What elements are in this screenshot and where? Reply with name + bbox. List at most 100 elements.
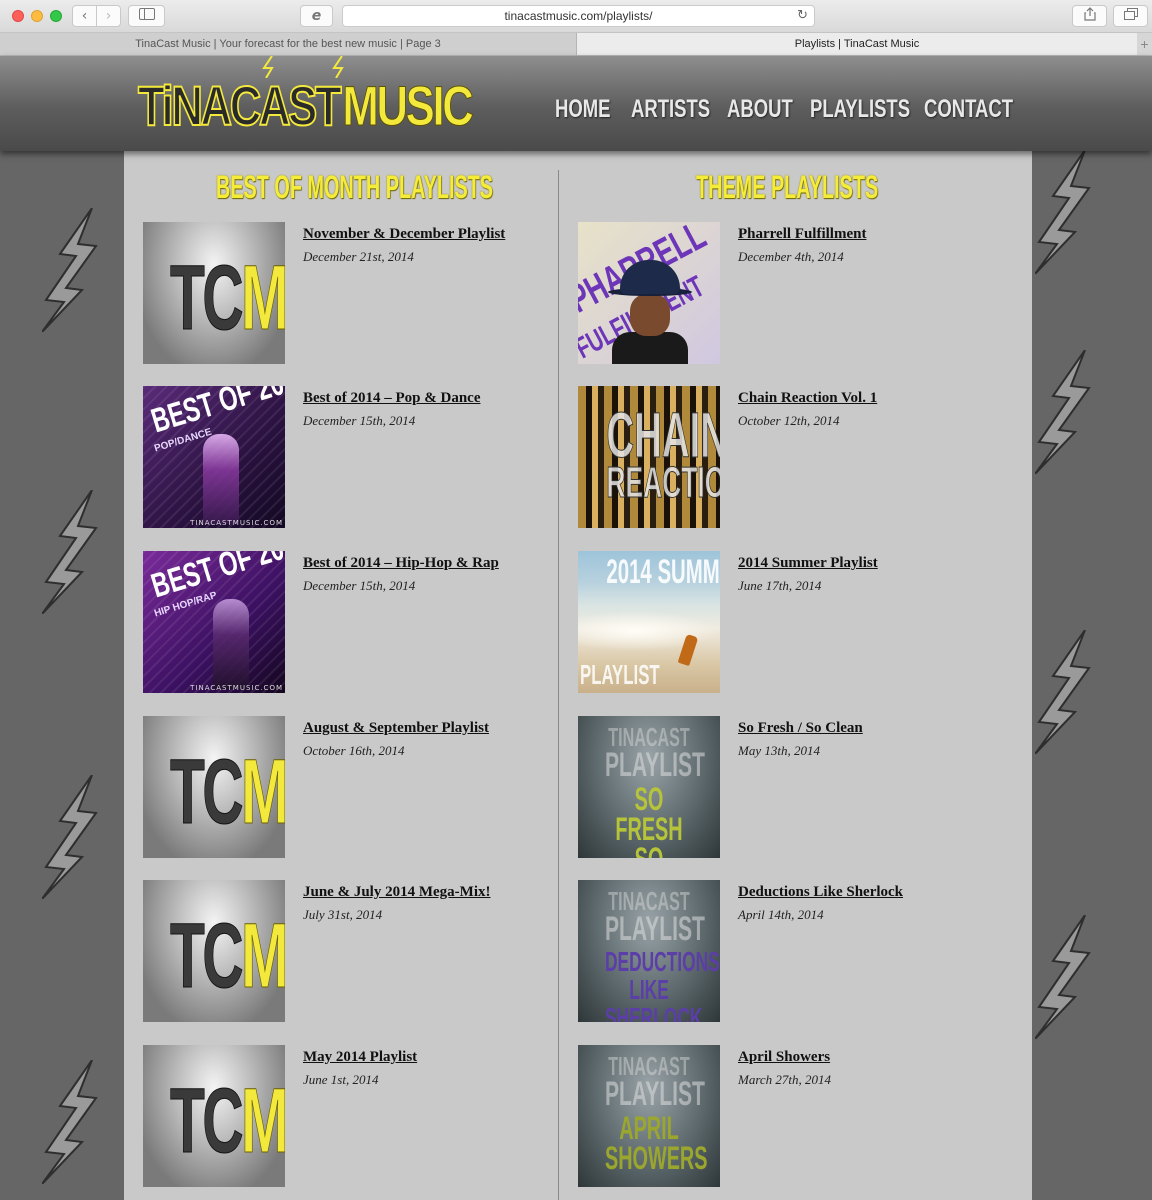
art-subtext: REACTION bbox=[606, 458, 720, 508]
new-tab-button[interactable]: + bbox=[1137, 33, 1152, 55]
lightning-bolt-icon bbox=[262, 56, 344, 78]
playlist-thumbnail[interactable]: 2014 SUMMER PLAYLIST bbox=[578, 551, 720, 693]
art-mid-text: PLAYLIST bbox=[604, 746, 705, 784]
nav-artists[interactable]: ARTISTS bbox=[631, 95, 710, 124]
art-footer: TINACASTMUSIC.COM bbox=[190, 684, 283, 692]
plus-icon: + bbox=[1140, 36, 1149, 52]
best-of-month-heading: BEST OF MONTH PLAYLISTS bbox=[216, 169, 494, 205]
portrait-face bbox=[630, 294, 670, 336]
art-title-text: SO FRESHSO CLEAN bbox=[615, 781, 683, 858]
zoom-window-button[interactable] bbox=[50, 10, 62, 22]
playlist-date: June 1st, 2014 bbox=[303, 1072, 379, 1087]
playlist-thumbnail[interactable]: BEST OF 2014 POP/DANCE TINACASTMUSIC.COM bbox=[143, 386, 285, 528]
playlist-entry: TINACAST PLAYLIST SO FRESHSO CLEAN So Fr… bbox=[578, 716, 978, 858]
playlist-entry: TCM November & December Playlist Decembe… bbox=[143, 222, 543, 364]
playlist-title-link[interactable]: Deductions Like Sherlock bbox=[738, 884, 903, 901]
logo-text-music: MUSIC bbox=[342, 74, 474, 138]
tab-playlists[interactable]: Playlists | TinaCast Music bbox=[577, 33, 1137, 55]
playlist-date: December 15th, 2014 bbox=[303, 413, 416, 428]
lightning-bolt-icon bbox=[42, 775, 98, 899]
playlist-thumbnail[interactable]: PHARRELL FULFILLMENT bbox=[578, 222, 720, 364]
playlist-title-link[interactable]: August & September Playlist bbox=[303, 720, 489, 737]
ie-icon: e bbox=[311, 8, 322, 24]
back-button[interactable]: ‹ bbox=[72, 5, 97, 27]
playlist-thumbnail[interactable]: CHAIN REACTION bbox=[578, 386, 720, 528]
nav-home[interactable]: HOME bbox=[555, 95, 611, 124]
playlist-title-link[interactable]: June & July 2014 Mega-Mix! bbox=[303, 884, 490, 901]
wave-foam bbox=[578, 611, 720, 651]
share-icon bbox=[1083, 7, 1096, 25]
tab-tinacast-page-3[interactable]: TinaCast Music | Your forecast for the b… bbox=[0, 33, 577, 55]
sidebar-icon bbox=[138, 8, 155, 24]
playlist-entry: BEST OF 2014 POP/DANCE TINACASTMUSIC.COM… bbox=[143, 386, 543, 528]
playlist-date: October 16th, 2014 bbox=[303, 743, 405, 758]
lightning-bolt-icon bbox=[1035, 350, 1091, 474]
site-logo[interactable]: TiNACAST MUSIC bbox=[137, 73, 474, 138]
site-header: TiNACAST MUSIC HOME ARTISTS ABOUT PLAYLI… bbox=[0, 56, 1152, 151]
show-tabs-button[interactable] bbox=[1113, 5, 1148, 27]
playlist-title-link[interactable]: Chain Reaction Vol. 1 bbox=[738, 390, 877, 407]
forward-button[interactable]: › bbox=[96, 5, 121, 27]
playlist-thumbnail[interactable]: TINACAST PLAYLIST DEDUCTIONS LIKE SHERLOC… bbox=[578, 880, 720, 1022]
playlist-entry: TCM August & September Playlist October … bbox=[143, 716, 543, 858]
playlist-date: April 14th, 2014 bbox=[738, 907, 824, 922]
tcm-art: TCM bbox=[169, 905, 285, 1008]
lightning-bolt-icon bbox=[42, 208, 98, 332]
playlist-entry: BEST OF 2014 HIP HOP/RAP TINACASTMUSIC.C… bbox=[143, 551, 543, 693]
playlist-date: December 4th, 2014 bbox=[738, 249, 844, 264]
playlist-date: October 12th, 2014 bbox=[738, 413, 840, 428]
playlist-title-link[interactable]: November & December Playlist bbox=[303, 226, 505, 243]
nav-playlists[interactable]: PLAYLISTS bbox=[810, 95, 910, 124]
art-footer: TINACASTMUSIC.COM bbox=[190, 519, 283, 527]
playlist-title-link[interactable]: May 2014 Playlist bbox=[303, 1049, 417, 1066]
tab-bar: TinaCast Music | Your forecast for the b… bbox=[0, 33, 1152, 56]
playlist-date: December 21st, 2014 bbox=[303, 249, 414, 264]
playlist-thumbnail[interactable]: TINACAST PLAYLIST APRIL SHOWERS bbox=[578, 1045, 720, 1187]
nav-contact[interactable]: CONTACT bbox=[924, 95, 1013, 124]
playlist-thumbnail[interactable]: TCM bbox=[143, 1045, 285, 1187]
tab-label: Playlists | TinaCast Music bbox=[794, 38, 920, 50]
close-window-button[interactable] bbox=[12, 10, 24, 22]
lightning-bolt-icon bbox=[1035, 630, 1091, 754]
column-divider bbox=[558, 170, 559, 1200]
portrait-body bbox=[612, 332, 688, 364]
playlist-thumbnail[interactable]: TCM bbox=[143, 880, 285, 1022]
address-bar[interactable]: tinacastmusic.com/playlists/ ↻ bbox=[342, 5, 815, 27]
share-button[interactable] bbox=[1072, 5, 1107, 27]
sidebar-button[interactable] bbox=[128, 5, 165, 27]
playlist-thumbnail[interactable]: TCM bbox=[143, 222, 285, 364]
lightning-bolt-icon bbox=[1035, 150, 1091, 274]
playlist-title-link[interactable]: 2014 Summer Playlist bbox=[738, 555, 878, 572]
playlist-title-link[interactable]: Best of 2014 – Pop & Dance bbox=[303, 390, 480, 407]
art-title-text: APRIL SHOWERS bbox=[604, 1110, 708, 1176]
playlist-entry: TCM May 2014 Playlist June 1st, 2014 bbox=[143, 1045, 543, 1187]
performer-figure bbox=[213, 599, 249, 689]
playlist-entry: PHARRELL FULFILLMENT Pharrell Fulfillmen… bbox=[578, 222, 978, 364]
chevron-right-icon: › bbox=[105, 8, 112, 24]
lightning-bolt-icon bbox=[1035, 915, 1091, 1039]
playlist-date: July 31st, 2014 bbox=[303, 907, 383, 922]
playlist-title-link[interactable]: April Showers bbox=[738, 1049, 830, 1066]
ie-button[interactable]: e bbox=[300, 5, 333, 27]
playlist-thumbnail[interactable]: TINACAST PLAYLIST SO FRESHSO CLEAN bbox=[578, 716, 720, 858]
playlist-entry: TINACAST PLAYLIST APRIL SHOWERS April Sho… bbox=[578, 1045, 978, 1187]
playlist-title-link[interactable]: Pharrell Fulfillment bbox=[738, 226, 866, 243]
lightning-bolt-icon bbox=[42, 490, 98, 614]
nav-about[interactable]: ABOUT bbox=[727, 95, 793, 124]
playlist-thumbnail[interactable]: TCM bbox=[143, 716, 285, 858]
url-text: tinacastmusic.com/playlists/ bbox=[504, 9, 653, 23]
theme-playlists-heading: THEME PLAYLISTS bbox=[696, 169, 879, 205]
playlist-date: June 17th, 2014 bbox=[738, 578, 822, 593]
playlist-title-link[interactable]: So Fresh / So Clean bbox=[738, 720, 863, 737]
art-title-text: DEDUCTIONS LIKE SHERLOCK bbox=[604, 946, 720, 1023]
minimize-window-button[interactable] bbox=[31, 10, 43, 22]
playlist-entry: CHAIN REACTION Chain Reaction Vol. 1 Oct… bbox=[578, 386, 978, 528]
playlist-title-link[interactable]: Best of 2014 – Hip-Hop & Rap bbox=[303, 555, 499, 572]
tabs-icon bbox=[1123, 8, 1138, 24]
art-mid-text: PLAYLIST bbox=[604, 910, 705, 948]
playlist-entry: TINACAST PLAYLIST DEDUCTIONS LIKE SHERLOC… bbox=[578, 880, 978, 1022]
logo-text-tinacast: TiNACAST bbox=[137, 73, 342, 138]
browser-toolbar: ‹ › e tinacastmusic.com/playlists/ ↻ bbox=[0, 0, 1152, 33]
playlist-thumbnail[interactable]: BEST OF 2014 HIP HOP/RAP TINACASTMUSIC.C… bbox=[143, 551, 285, 693]
reload-icon[interactable]: ↻ bbox=[797, 8, 808, 23]
